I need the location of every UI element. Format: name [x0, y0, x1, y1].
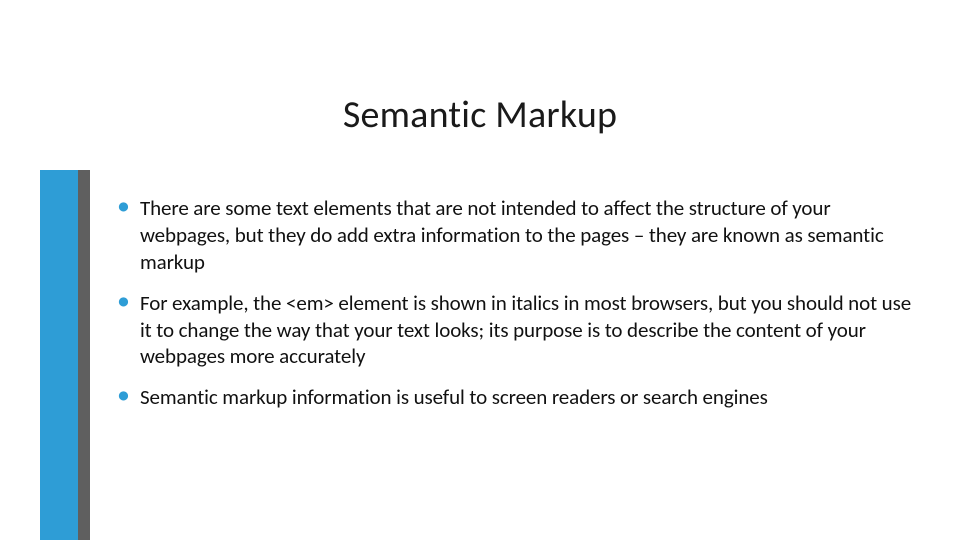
bullet-icon: •: [117, 290, 130, 310]
bullet-item: • Semantic markup information is useful …: [135, 384, 915, 411]
bullet-text: For example, the <em> element is shown i…: [140, 290, 915, 371]
slide: Semantic Markup • There are some text el…: [0, 0, 960, 540]
bullet-text: There are some text elements that are no…: [140, 195, 915, 276]
bullet-icon: •: [117, 384, 130, 404]
slide-title: Semantic Markup: [0, 92, 960, 138]
accent-stripe-blue: [40, 170, 78, 540]
accent-stripe-gray: [78, 170, 90, 540]
bullet-item: • For example, the <em> element is shown…: [135, 290, 915, 371]
bullet-item: • There are some text elements that are …: [135, 195, 915, 276]
bullet-text: Semantic markup information is useful to…: [140, 384, 768, 411]
slide-body: • There are some text elements that are …: [135, 195, 915, 425]
bullet-icon: •: [117, 195, 130, 215]
